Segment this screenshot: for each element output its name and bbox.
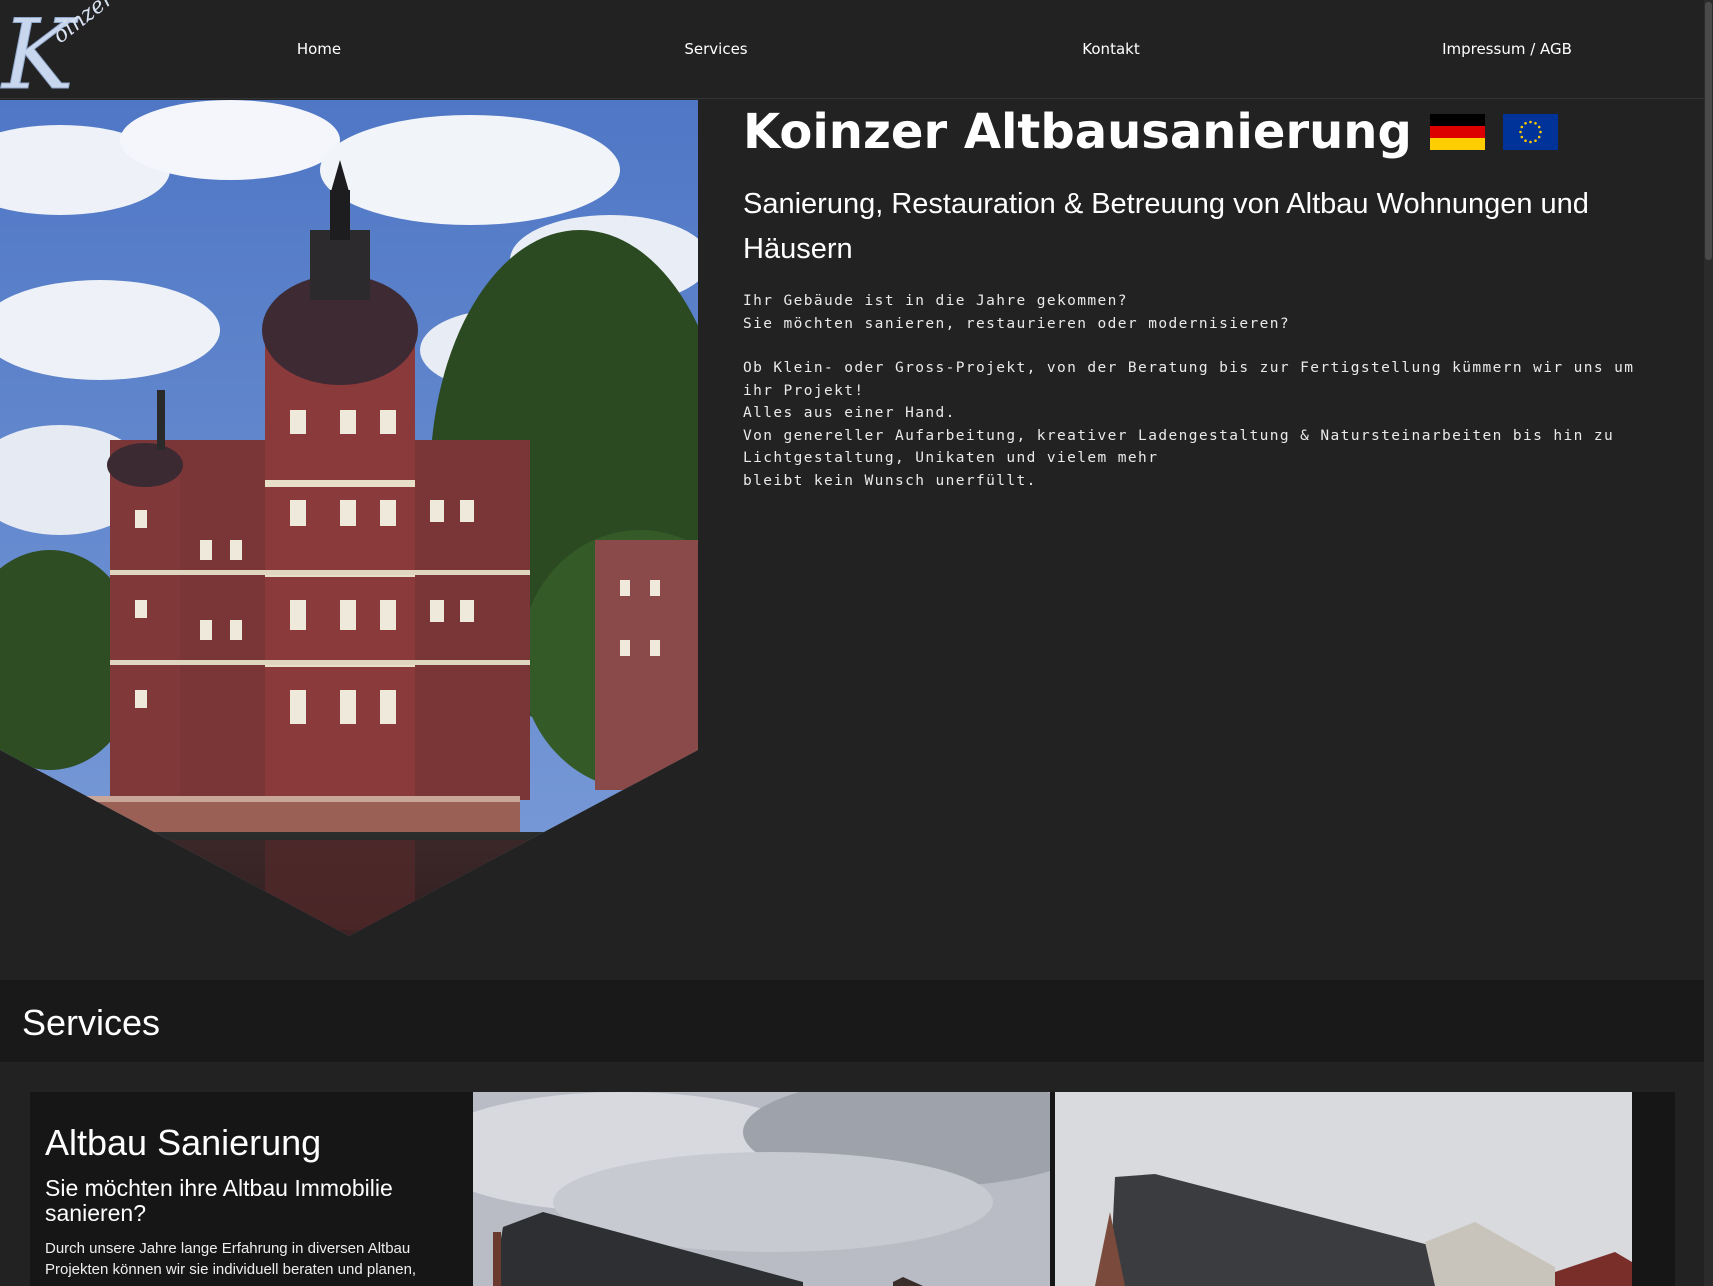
hero-text: Koinzer Altbausanierung Sanierung, Resta… [743, 100, 1663, 492]
service-card-description: Durch unsere Jahre lange Erfahrung in di… [45, 1240, 417, 1278]
service-photo-roof-1[interactable] [473, 1092, 1050, 1286]
hero-line: bleibt kein Wunsch unerfüllt. [743, 472, 1037, 489]
hero-description: Ihr Gebäude ist in die Jahre gekommen? S… [743, 290, 1663, 492]
scrollbar-thumb[interactable] [1705, 2, 1712, 260]
service-card-title: Altbau Sanierung [45, 1122, 322, 1163]
services-section: Altbau Sanierung Sie möchten ihre Altbau… [0, 1062, 1704, 1286]
hero-subtitle: Sanierung, Restauration & Betreuung von … [743, 188, 1589, 265]
services-section-header: Services [0, 980, 1704, 1062]
hero-line: Sie möchten sanieren, restaurieren oder … [743, 315, 1291, 332]
nav-kontakt[interactable]: Kontakt [1082, 40, 1139, 58]
hero-title: Koinzer Altbausanierung [743, 100, 1663, 164]
hero-line: Ob Klein- oder Gross-Projekt, von der Be… [743, 360, 1635, 399]
service-card-altbau-sanierung[interactable]: Altbau Sanierung Sie möchten ihre Altbau… [30, 1092, 1675, 1286]
nav-home[interactable]: Home [297, 40, 341, 58]
service-card-text: Altbau Sanierung Sie möchten ihre Altbau… [45, 1122, 465, 1280]
service-card-subtitle: Sie möchten ihre Altbau Immobilie sanier… [45, 1175, 393, 1226]
hero-line: Von genereller Aufarbeitung, kreativer L… [743, 427, 1615, 467]
main-nav: Home Services Kontakt Impressum / AGB [0, 0, 1704, 99]
nav-services[interactable]: Services [684, 40, 747, 58]
eu-flag-icon[interactable] [1502, 114, 1558, 150]
hero-line: Ihr Gebäude ist in die Jahre gekommen? [743, 293, 1128, 309]
service-photo-roof-2[interactable] [1055, 1092, 1632, 1286]
hero-line: Alles aus einer Hand. [743, 405, 956, 421]
hero-castle-image [0, 100, 698, 936]
page-scrollbar[interactable] [1704, 0, 1713, 1286]
german-flag-icon[interactable] [1429, 114, 1485, 150]
hero-title-text: Koinzer Altbausanierung [743, 104, 1412, 160]
site-header: K oinzer Home Services Kontakt Impressum… [0, 0, 1704, 99]
nav-impressum-agb[interactable]: Impressum / AGB [1442, 40, 1572, 58]
services-heading: Services [22, 1002, 161, 1043]
